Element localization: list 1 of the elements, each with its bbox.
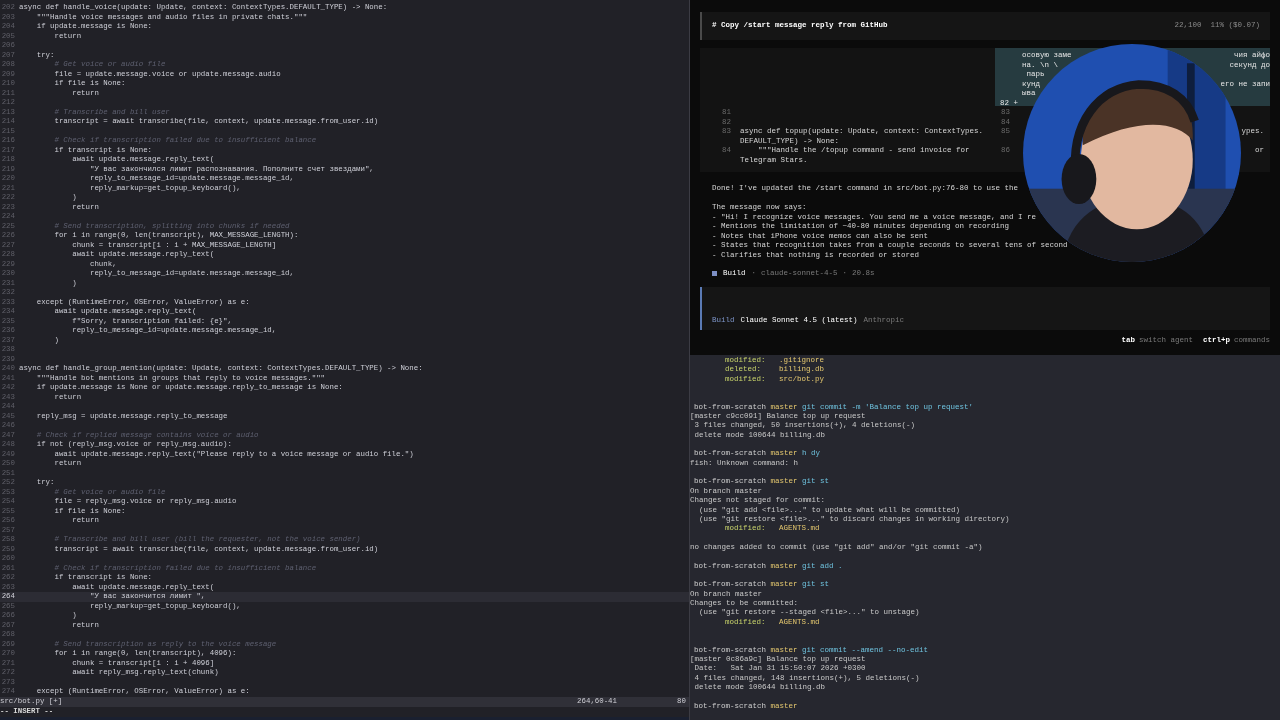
status-square-icon bbox=[712, 271, 717, 277]
